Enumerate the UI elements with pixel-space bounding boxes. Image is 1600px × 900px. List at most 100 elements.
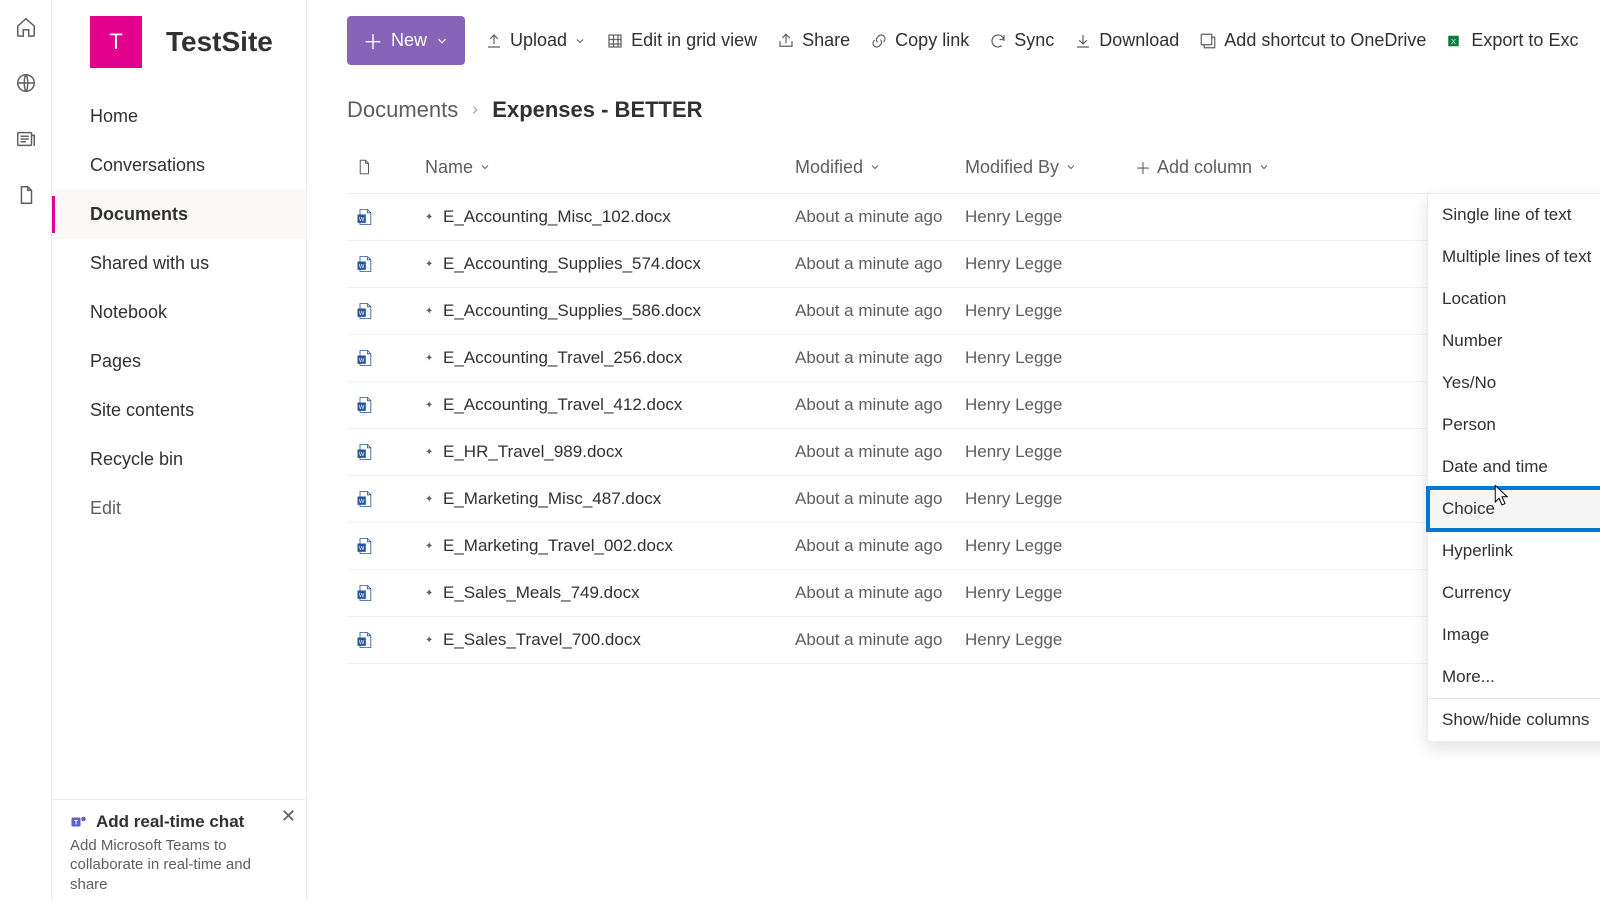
menu-item-number[interactable]: Number <box>1428 320 1600 362</box>
file-name[interactable]: E_HR_Travel_989.docx <box>443 442 623 462</box>
word-document-icon: W <box>355 583 409 603</box>
modified-by[interactable]: Henry Legge <box>957 617 1127 664</box>
modified-date: About a minute ago <box>787 288 957 335</box>
new-indicator-icon: ✦ <box>425 541 435 551</box>
export-excel-button[interactable]: X Export to Exc <box>1446 30 1578 51</box>
column-name[interactable]: Name <box>425 157 779 178</box>
sidebar-item-recycle-bin[interactable]: Recycle bin <box>52 435 306 484</box>
news-icon[interactable] <box>15 128 37 150</box>
table-row[interactable]: W✦E_Accounting_Misc_102.docxAbout a minu… <box>347 194 1600 241</box>
modified-date: About a minute ago <box>787 382 957 429</box>
table-row[interactable]: W✦E_Accounting_Supplies_586.docxAbout a … <box>347 288 1600 335</box>
upload-button[interactable]: Upload <box>485 30 586 51</box>
modified-date: About a minute ago <box>787 617 957 664</box>
add-column-menu: Single line of textMultiple lines of tex… <box>1427 193 1600 742</box>
menu-item-date-and-time[interactable]: Date and time <box>1428 446 1600 488</box>
modified-by[interactable]: Henry Legge <box>957 194 1127 241</box>
breadcrumb: Documents Expenses - BETTER <box>307 85 1600 141</box>
modified-by[interactable]: Henry Legge <box>957 570 1127 617</box>
breadcrumb-current: Expenses - BETTER <box>492 97 702 123</box>
home-icon[interactable] <box>15 16 37 38</box>
onedrive-shortcut-icon <box>1199 32 1217 50</box>
menu-item-more[interactable]: More... <box>1428 656 1600 698</box>
table-row[interactable]: W✦E_HR_Travel_989.docxAbout a minute ago… <box>347 429 1600 476</box>
menu-item-location[interactable]: Location <box>1428 278 1600 320</box>
svg-text:X: X <box>1451 37 1456 46</box>
new-indicator-icon: ✦ <box>425 588 435 598</box>
add-column-button[interactable]: ＋Add column <box>1135 155 1592 179</box>
menu-item-currency[interactable]: Currency <box>1428 572 1600 614</box>
file-name[interactable]: E_Marketing_Misc_487.docx <box>443 489 661 509</box>
edit-grid-button[interactable]: Edit in grid view <box>606 30 757 51</box>
column-modified-by[interactable]: Modified By <box>965 157 1119 178</box>
site-tile[interactable]: T <box>90 16 142 68</box>
share-button[interactable]: Share <box>777 30 850 51</box>
add-shortcut-button[interactable]: Add shortcut to OneDrive <box>1199 30 1426 51</box>
file-name[interactable]: E_Accounting_Supplies_586.docx <box>443 301 701 321</box>
table-row[interactable]: W✦E_Marketing_Travel_002.docxAbout a min… <box>347 523 1600 570</box>
file-name[interactable]: E_Accounting_Supplies_574.docx <box>443 254 701 274</box>
new-button[interactable]: ＋ New <box>347 16 465 65</box>
file-name[interactable]: E_Accounting_Misc_102.docx <box>443 207 671 227</box>
word-document-icon: W <box>355 630 409 650</box>
modified-by[interactable]: Henry Legge <box>957 476 1127 523</box>
chat-promo: ✕ T Add real-time chat Add Microsoft Tea… <box>52 799 306 900</box>
site-title[interactable]: TestSite <box>166 26 273 58</box>
sidebar-item-site-contents[interactable]: Site contents <box>52 386 306 435</box>
sidebar-item-documents[interactable]: Documents <box>52 190 306 239</box>
chat-promo-title: Add real-time chat <box>96 812 244 832</box>
modified-by[interactable]: Henry Legge <box>957 241 1127 288</box>
modified-by[interactable]: Henry Legge <box>957 288 1127 335</box>
chevron-right-icon <box>468 103 482 117</box>
word-document-icon: W <box>355 489 409 509</box>
download-button[interactable]: Download <box>1074 30 1179 51</box>
globe-icon[interactable] <box>15 72 37 94</box>
table-row[interactable]: W✦E_Accounting_Travel_256.docxAbout a mi… <box>347 335 1600 382</box>
svg-text:W: W <box>359 264 365 270</box>
table-row[interactable]: W✦E_Accounting_Travel_412.docxAbout a mi… <box>347 382 1600 429</box>
breadcrumb-parent[interactable]: Documents <box>347 97 458 123</box>
svg-text:W: W <box>359 311 365 317</box>
file-name[interactable]: E_Accounting_Travel_412.docx <box>443 395 682 415</box>
file-name[interactable]: E_Accounting_Travel_256.docx <box>443 348 682 368</box>
nav-edit-link[interactable]: Edit <box>52 484 306 533</box>
svg-text:W: W <box>359 358 365 364</box>
menu-item-yes-no[interactable]: Yes/No <box>1428 362 1600 404</box>
chat-promo-body: Add Microsoft Teams to collaborate in re… <box>70 836 288 895</box>
close-icon[interactable]: ✕ <box>281 806 296 827</box>
menu-item-choice[interactable]: Choice <box>1428 488 1600 530</box>
file-name[interactable]: E_Sales_Travel_700.docx <box>443 630 641 650</box>
modified-by[interactable]: Henry Legge <box>957 429 1127 476</box>
sidebar-item-pages[interactable]: Pages <box>52 337 306 386</box>
sidebar-item-notebook[interactable]: Notebook <box>52 288 306 337</box>
svg-text:W: W <box>359 546 365 552</box>
menu-item-multiple-lines-of-text[interactable]: Multiple lines of text <box>1428 236 1600 278</box>
modified-by[interactable]: Henry Legge <box>957 382 1127 429</box>
table-row[interactable]: W✦E_Accounting_Supplies_574.docxAbout a … <box>347 241 1600 288</box>
teams-icon: T <box>70 813 88 831</box>
sidebar-item-home[interactable]: Home <box>52 92 306 141</box>
copy-link-button[interactable]: Copy link <box>870 30 969 51</box>
word-document-icon: W <box>355 207 409 227</box>
share-icon <box>777 32 795 50</box>
site-header: T TestSite <box>52 0 306 84</box>
sidebar-item-conversations[interactable]: Conversations <box>52 141 306 190</box>
menu-item-image[interactable]: Image <box>1428 614 1600 656</box>
file-name[interactable]: E_Sales_Meals_749.docx <box>443 583 640 603</box>
table-row[interactable]: W✦E_Sales_Meals_749.docxAbout a minute a… <box>347 570 1600 617</box>
menu-item-hyperlink[interactable]: Hyperlink <box>1428 530 1600 572</box>
menu-item-single-line-of-text[interactable]: Single line of text <box>1428 194 1600 236</box>
modified-by[interactable]: Henry Legge <box>957 523 1127 570</box>
grid-icon <box>606 32 624 50</box>
column-modified[interactable]: Modified <box>795 157 949 178</box>
table-row[interactable]: W✦E_Marketing_Misc_487.docxAbout a minut… <box>347 476 1600 523</box>
menu-item-show-hide-columns[interactable]: Show/hide columns <box>1428 699 1600 741</box>
file-name[interactable]: E_Marketing_Travel_002.docx <box>443 536 673 556</box>
chevron-down-icon <box>574 35 586 47</box>
sidebar-item-shared-with-us[interactable]: Shared with us <box>52 239 306 288</box>
menu-item-person[interactable]: Person <box>1428 404 1600 446</box>
document-icon[interactable] <box>15 184 37 206</box>
table-row[interactable]: W✦E_Sales_Travel_700.docxAbout a minute … <box>347 617 1600 664</box>
modified-by[interactable]: Henry Legge <box>957 335 1127 382</box>
sync-button[interactable]: Sync <box>989 30 1054 51</box>
